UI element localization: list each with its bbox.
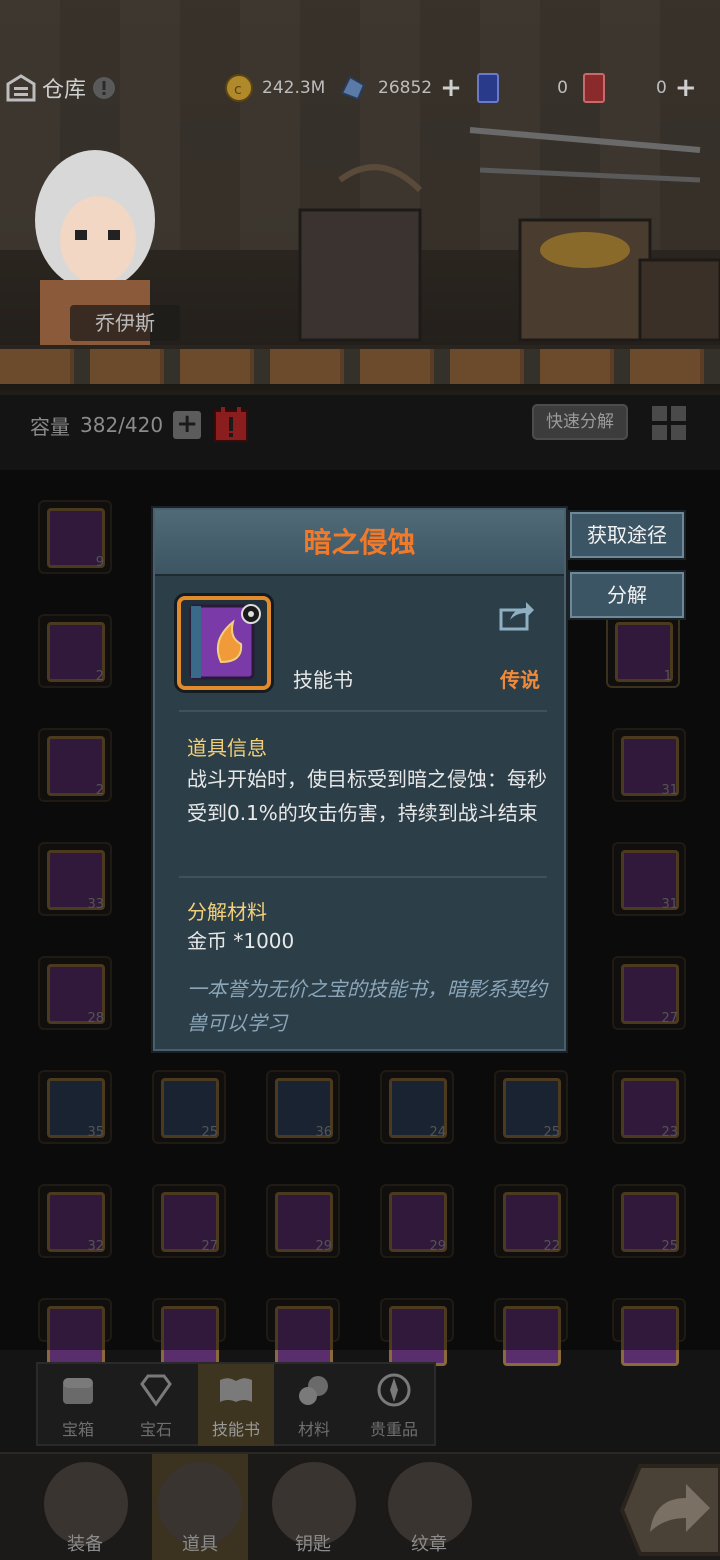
tab-valuables[interactable]: 贵重品 [356, 1364, 432, 1446]
nav-label: 道具 [182, 1534, 218, 1555]
bottom-nav: 装备 道具 钥匙 纹章 [0, 1452, 720, 1560]
tab-label: 宝箱 [61, 1420, 94, 1439]
decompose-button[interactable]: 分解 [570, 572, 684, 618]
item-type: 技能书 [293, 668, 353, 692]
nav-label: 纹章 [411, 1534, 447, 1555]
gold-value: 242.3M [262, 78, 326, 98]
warehouse-icon [6, 74, 36, 102]
red-ticket-counter: 0 + [582, 72, 702, 104]
tab-chest[interactable]: 宝箱 [40, 1364, 116, 1446]
capacity-row: 容量 382/420 + [30, 405, 251, 445]
nav-emblem[interactable]: 纹章 [374, 1454, 484, 1560]
nav-label: 钥匙 [295, 1534, 331, 1555]
obtain-method-button[interactable]: 获取途径 [570, 512, 684, 558]
gem-outline-icon [140, 1374, 172, 1407]
blue-ticket-value: 0 [557, 78, 568, 98]
tab-label: 贵重品 [369, 1420, 418, 1439]
warehouse-scene: 乔伊斯 [0, 0, 720, 395]
calendar-alert-icon[interactable] [211, 405, 251, 445]
material-icon [299, 1376, 328, 1405]
red-ticket-value: 0 [656, 78, 667, 98]
item-rarity: 传说 [500, 668, 540, 692]
item-name: 暗之侵蚀 [155, 510, 564, 576]
divider [179, 710, 547, 712]
share-icon[interactable] [498, 598, 536, 632]
tab-skill-book[interactable]: 技能书 [198, 1364, 274, 1446]
red-card-icon [583, 73, 605, 103]
capacity-label: 容量 [30, 414, 70, 439]
warehouse-title: 仓库 [6, 70, 116, 106]
expand-capacity-button[interactable]: + [173, 411, 202, 439]
skill-book-icon [177, 596, 271, 690]
add-gems-button[interactable]: + [440, 73, 462, 103]
info-icon[interactable] [92, 76, 116, 100]
gem-icon [340, 75, 366, 101]
add-red-ticket-button[interactable]: + [675, 73, 697, 103]
wood-shelf [0, 345, 720, 390]
weapon-rack-props [298, 127, 720, 342]
nav-keys[interactable]: 钥匙 [258, 1454, 368, 1560]
character-name: 乔伊斯 [70, 305, 180, 341]
tab-label: 技能书 [211, 1420, 260, 1439]
blue-ticket-counter: 0 [476, 72, 568, 104]
capacity-value: 382/420 [80, 413, 164, 437]
chest-icon [63, 1378, 93, 1404]
nav-label: 装备 [67, 1534, 103, 1555]
material-section-title: 分解材料 [187, 900, 267, 924]
quick-decompose-button[interactable]: 快速分解 [532, 404, 628, 440]
svg-text:c: c [234, 82, 242, 98]
item-detail-popup: 暗之侵蚀 技能书 传说 道具信息 战斗开始时，使目标受到暗之侵蚀：每秒受到0.1… [153, 508, 566, 1051]
category-tabs: 宝箱 宝石 技能书 材料 贵重品 [36, 1362, 436, 1446]
tab-material[interactable]: 材料 [276, 1364, 352, 1446]
top-resource-bar: 仓库 c 242.3M 26852 + 0 0 + [0, 68, 720, 108]
tab-label: 材料 [297, 1420, 330, 1439]
nav-items[interactable]: 道具 [152, 1454, 248, 1560]
gold-coin-icon: c [225, 74, 253, 102]
gem-value: 26852 [378, 78, 433, 98]
flavor-text: 一本誉为无价之宝的技能书，暗影系契约兽可以学习 [187, 977, 547, 1035]
divider [179, 876, 547, 878]
info-section-title: 道具信息 [187, 736, 267, 760]
forward-arrow-icon[interactable] [620, 1462, 720, 1558]
grid-view-icon[interactable] [650, 404, 688, 442]
gem-counter: 26852 + [338, 72, 462, 104]
info-section-body: 战斗开始时，使目标受到暗之侵蚀：每秒受到0.1%的攻击伤害，持续到战斗结束 [187, 767, 547, 825]
page-title: 仓库 [42, 78, 87, 103]
book-icon [220, 1378, 252, 1402]
valuables-icon [377, 1373, 411, 1407]
blue-card-icon [477, 73, 499, 103]
material-section-body: 金币 *1000 [187, 929, 295, 953]
tab-label: 宝石 [139, 1420, 172, 1439]
tab-gem[interactable]: 宝石 [118, 1364, 194, 1446]
nav-equipment[interactable]: 装备 [30, 1454, 140, 1560]
gold-counter: c 242.3M [224, 72, 325, 104]
